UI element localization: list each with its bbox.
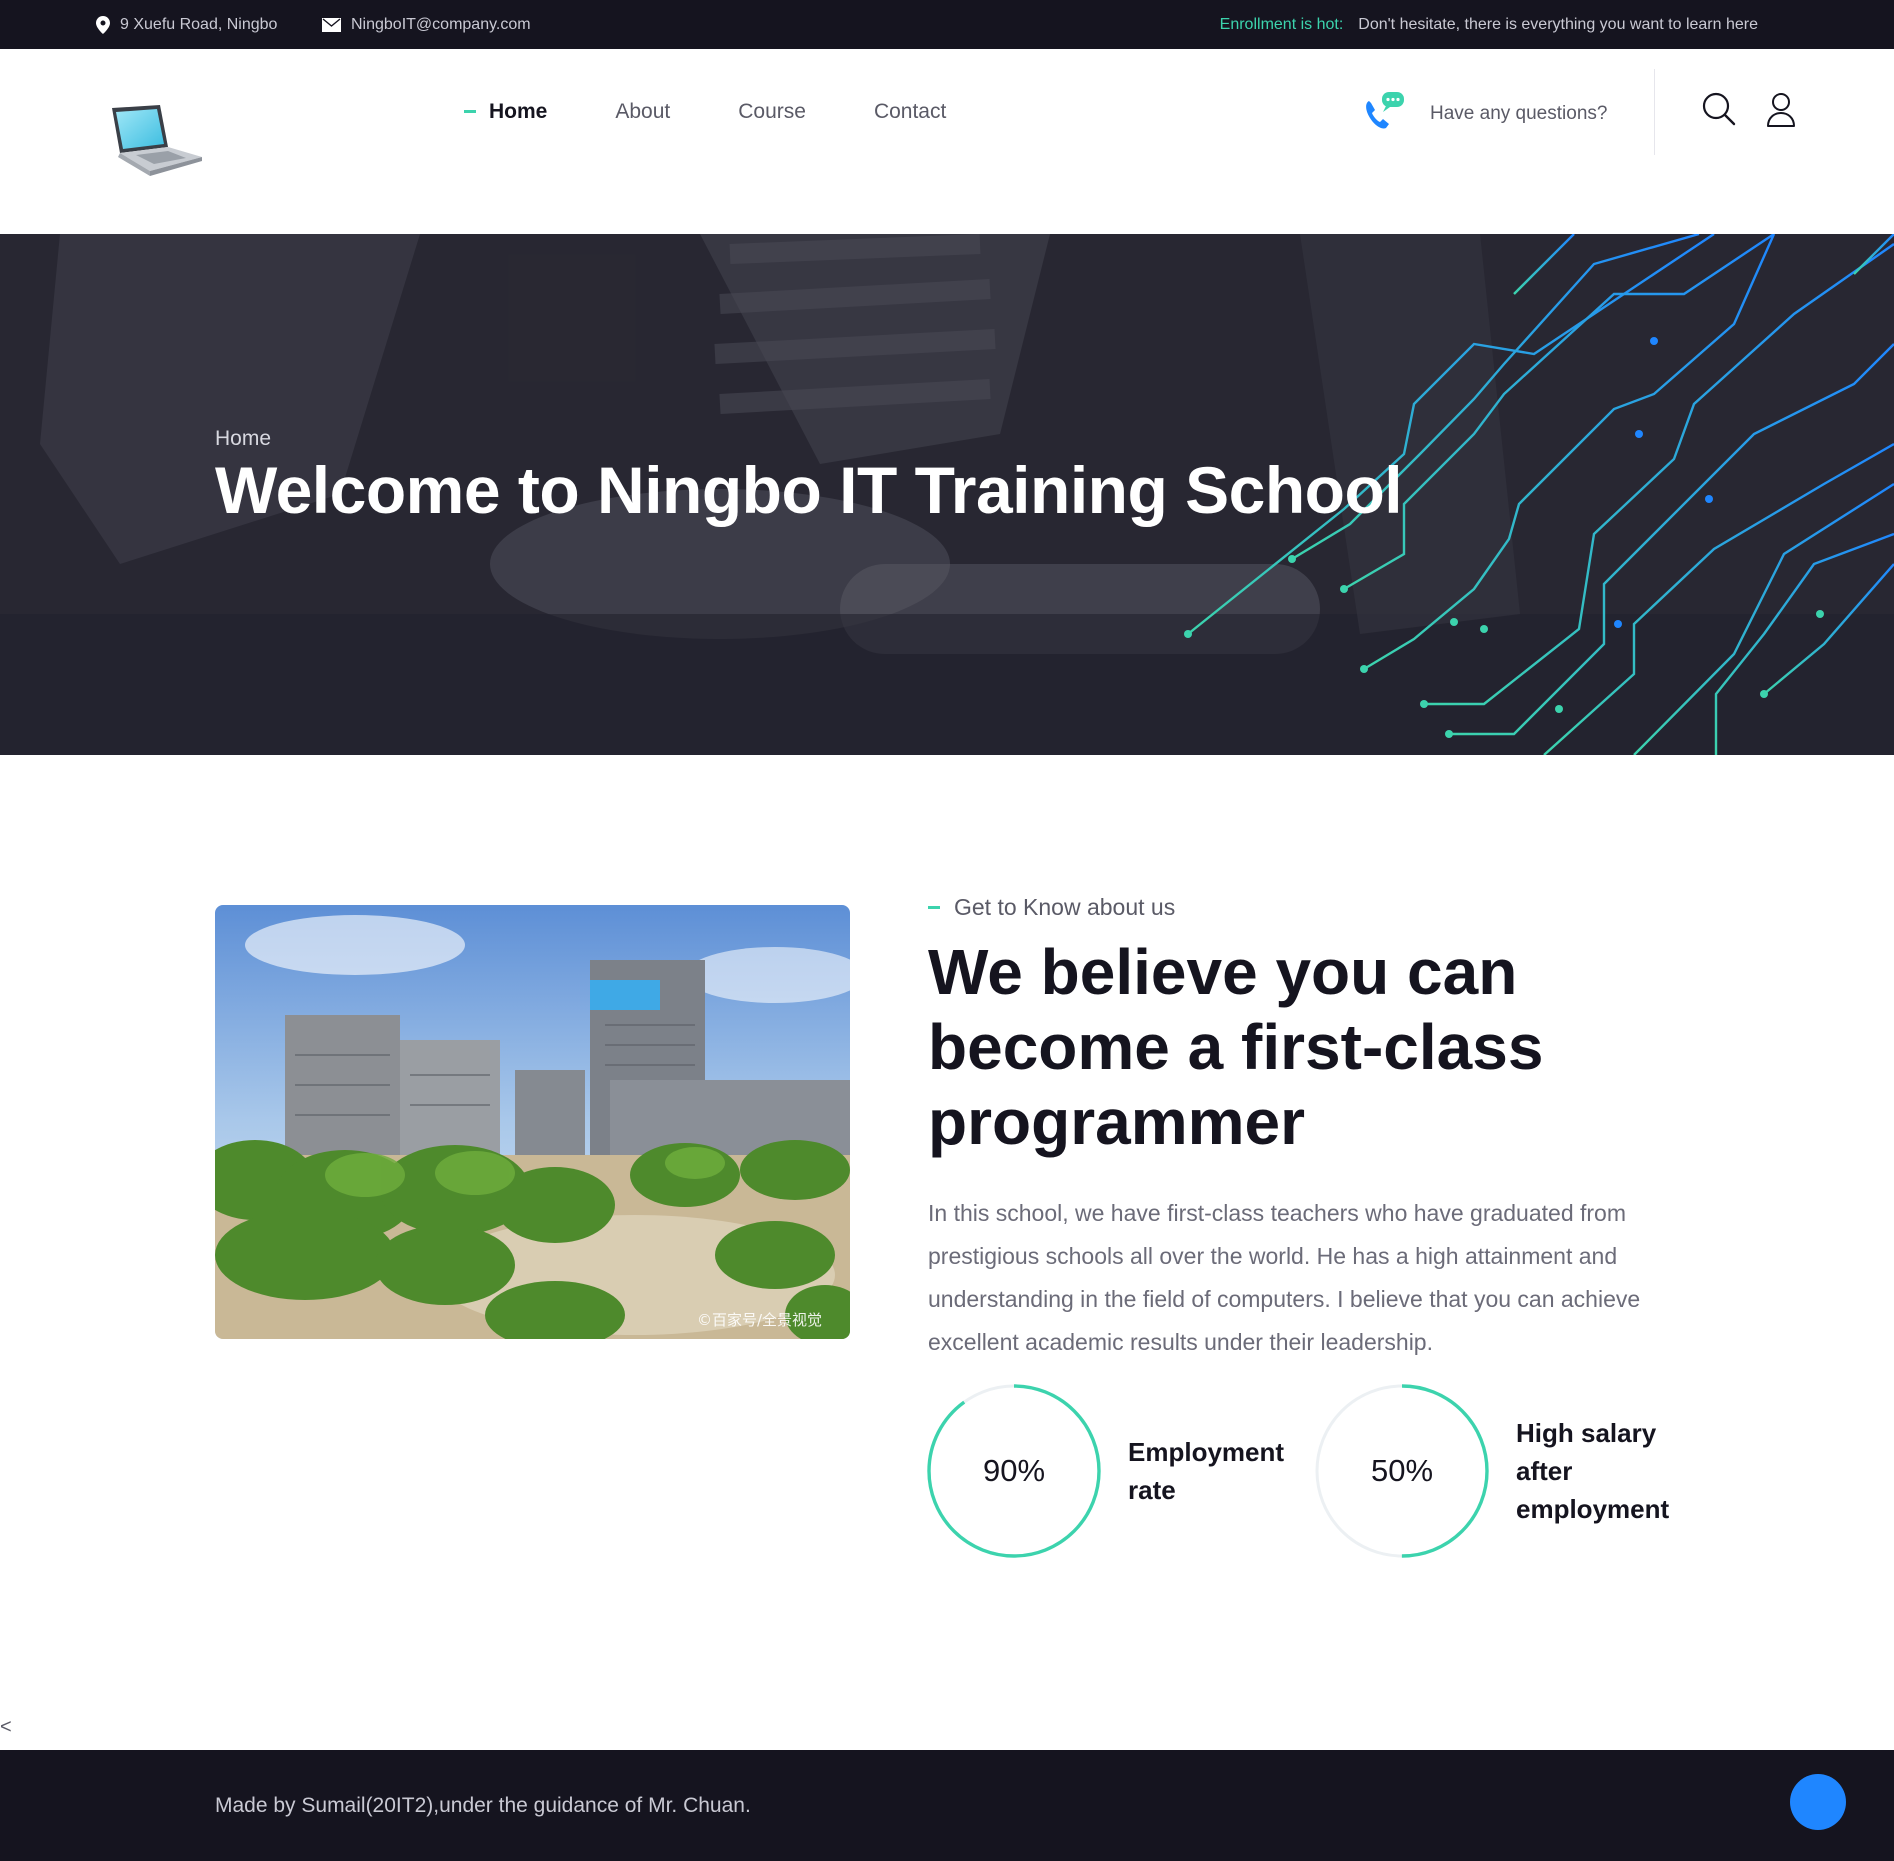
phone-chat-icon xyxy=(1360,91,1406,136)
about-headline: We believe you can become a first-class … xyxy=(928,936,1544,1158)
search-icon[interactable] xyxy=(1702,91,1736,129)
hero-banner: Home Welcome to Ningbo IT Training Schoo… xyxy=(0,234,1894,755)
stat-label: High salary after employment xyxy=(1516,1418,1670,1524)
address-info: 9 Xuefu Road, Ningbo xyxy=(96,0,277,49)
main-navigation: Home About Course Contact xyxy=(464,49,1014,174)
nav-home[interactable]: Home xyxy=(464,100,547,124)
footer-credit: Made by Sumail(20IT2),under the guidance… xyxy=(215,1793,751,1817)
image-watermark: ©百家号/全景视觉 xyxy=(697,1311,822,1329)
email-link[interactable]: NingboIT@company.com xyxy=(351,16,531,34)
progress-ring: 50% xyxy=(1314,1383,1490,1559)
breadcrumb[interactable]: Home xyxy=(215,427,271,451)
progress-ring: 90% xyxy=(926,1383,1102,1559)
notice-highlight: Enrollment is hot: xyxy=(1219,15,1344,33)
help-text: Have any questions? xyxy=(1430,102,1608,124)
about-paragraph: In this school, we have first-class teac… xyxy=(928,1200,1641,1355)
laptop-logo-icon[interactable] xyxy=(106,103,206,179)
campus-photo: ©百家号/全景视觉 xyxy=(215,905,850,1339)
email-info[interactable]: NingboIT@company.com xyxy=(322,0,531,49)
stray-character: < xyxy=(0,1716,12,1738)
nav-about[interactable]: About xyxy=(615,100,670,124)
stat-high-salary: 50% High salary after employment xyxy=(1314,1383,1686,1559)
nav-home-label: Home xyxy=(489,99,548,123)
eyebrow-dash xyxy=(928,906,940,909)
back-to-top-button[interactable] xyxy=(1790,1774,1846,1830)
section-eyebrow: Get to Know about us xyxy=(928,894,1175,921)
stat-value: 50% xyxy=(1370,1453,1434,1488)
user-icon[interactable] xyxy=(1764,91,1798,129)
nav-course[interactable]: Course xyxy=(738,100,806,124)
stat-value: 90% xyxy=(982,1453,1046,1488)
page-title: Welcome to Ningbo IT Training School xyxy=(215,453,1403,527)
stat-employment: 90% Employment rate xyxy=(926,1383,1298,1559)
top-info-bar: 9 Xuefu Road, Ningbo NingboIT@company.co… xyxy=(0,0,1894,49)
location-pin-icon xyxy=(96,15,110,34)
site-header: Home About Course Contact Have any quest… xyxy=(0,49,1894,234)
notice-text: Don't hesitate, there is everything you … xyxy=(1358,15,1758,33)
site-footer: Made by Sumail(20IT2),under the guidance… xyxy=(0,1750,1894,1861)
mail-icon xyxy=(322,17,341,32)
address-text: 9 Xuefu Road, Ningbo xyxy=(120,15,278,33)
eyebrow-text: Get to Know about us xyxy=(954,894,1176,920)
active-indicator xyxy=(464,110,476,113)
enrollment-notice: Enrollment is hot: Don't hesitate, there… xyxy=(1220,0,1758,49)
nav-contact[interactable]: Contact xyxy=(874,100,946,124)
header-divider xyxy=(1654,69,1655,155)
help-contact[interactable]: Have any questions? xyxy=(1360,91,1607,136)
stat-label: Employment rate xyxy=(1128,1437,1285,1505)
